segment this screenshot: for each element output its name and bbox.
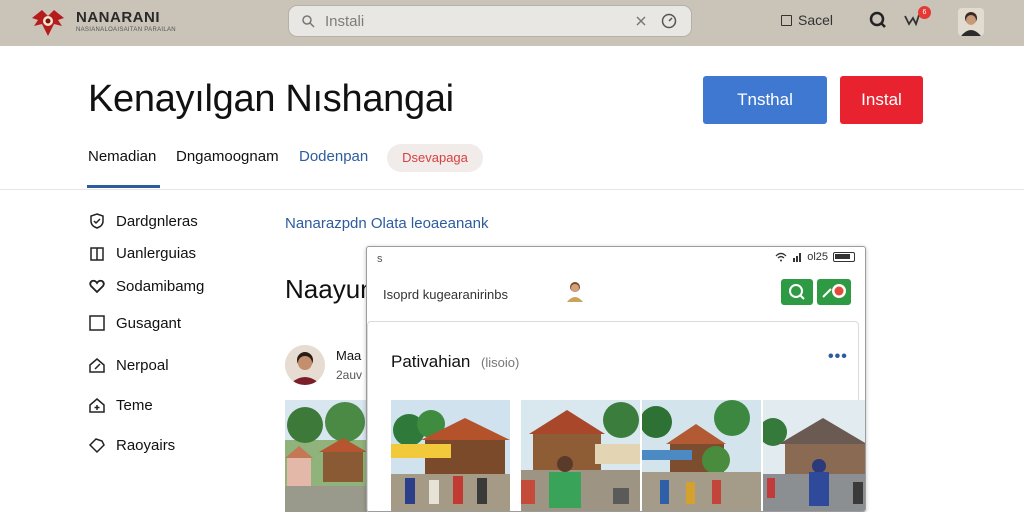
more-options-icon[interactable]: ••• xyxy=(828,348,848,366)
search-icon xyxy=(789,284,805,300)
top-bar: NANARANI NASIANALOAISAITAN PARAILAN Inst… xyxy=(0,0,1024,46)
status-time: ol25 xyxy=(807,251,828,263)
section-title: Naayun xyxy=(285,274,375,304)
sidebar-item-6[interactable]: Teme xyxy=(88,396,153,414)
clear-icon[interactable] xyxy=(635,15,647,27)
sidebar-item-label: Raoyairs xyxy=(116,436,176,454)
top-action-button[interactable]: Sacel xyxy=(781,12,833,28)
page-title: Kenayılgan Nıshangai xyxy=(88,78,454,120)
sidebar-item-label: Teme xyxy=(116,396,153,414)
brand-tagline: NASIANALOAISAITAN PARAILAN xyxy=(76,27,176,33)
tab-4-pill[interactable]: Dsevapaga xyxy=(387,144,483,172)
device-search-text[interactable]: Isoprd kugearanirinbs xyxy=(383,287,508,302)
album-subtitle: (lisoio) xyxy=(481,355,520,370)
tab-3[interactable]: Dodenpan xyxy=(299,148,368,165)
post-timestamp: 2auv xyxy=(336,368,363,382)
breadcrumb-link[interactable]: Nanarazpdn Olata leoaeanank xyxy=(285,215,488,232)
post-author-avatar[interactable] xyxy=(285,345,325,385)
search-bar[interactable]: Instali xyxy=(288,5,692,37)
avatar[interactable] xyxy=(958,8,984,36)
battery-icon xyxy=(833,252,855,262)
album-photo-3[interactable] xyxy=(642,400,761,511)
sidebar-item-5[interactable]: Nerpoal xyxy=(88,356,169,374)
record-icon xyxy=(822,284,846,298)
sidebar-item-label: Uanlerguias xyxy=(116,244,197,262)
album-card: Pativahian (lisoio) ••• xyxy=(367,321,865,511)
tag-icon xyxy=(88,438,105,454)
tab-1[interactable]: Nemadian xyxy=(88,148,156,165)
document-icon xyxy=(781,14,792,26)
device-record-button[interactable] xyxy=(817,279,851,305)
building-icon xyxy=(90,247,104,261)
sidebar-item-1[interactable]: Dardgnleras xyxy=(88,212,198,230)
device-search-button[interactable] xyxy=(781,279,813,305)
status-bar-left: s xyxy=(377,253,383,265)
sidebar-item-7[interactable]: Raoyairs xyxy=(88,436,175,454)
top-action-label: Sacel xyxy=(798,12,834,28)
search-icon xyxy=(302,15,315,28)
post-photo[interactable] xyxy=(285,400,367,512)
active-tab-indicator xyxy=(87,185,160,188)
sidebar-item-label: Sodamibamg xyxy=(116,277,205,295)
shield-check-icon xyxy=(90,213,104,229)
search-input[interactable]: Instali xyxy=(325,13,364,30)
device-preview-window: s ol25 Isoprd kugearanirinbs Pativahian … xyxy=(366,246,866,512)
device-user-avatar[interactable] xyxy=(566,280,584,302)
sidebar-item-2[interactable]: Uanlerguias xyxy=(88,244,196,262)
primary-button[interactable]: Tnsthal xyxy=(703,76,827,124)
home-add-icon xyxy=(89,398,105,413)
home-edit-icon xyxy=(89,358,105,373)
album-title: Pativahian xyxy=(391,352,471,371)
tab-2[interactable]: Dngamoognam xyxy=(176,148,279,165)
wifi-icon xyxy=(775,252,787,262)
sidebar-item-label: Nerpoal xyxy=(116,356,169,374)
sidebar-item-label: Gusagant xyxy=(116,314,182,332)
timer-icon[interactable] xyxy=(661,13,677,29)
post-author-name[interactable]: Maa xyxy=(336,348,361,363)
zoom-icon[interactable] xyxy=(869,11,887,29)
tab-bar: Nemadian Dngamoognam Dodenpan Dsevapaga xyxy=(0,138,1024,190)
sidebar-item-label: Dardgnleras xyxy=(116,212,198,230)
square-icon xyxy=(89,315,105,331)
signal-icon xyxy=(793,253,802,262)
album-photo-2[interactable] xyxy=(521,400,640,511)
heart-icon xyxy=(89,279,105,294)
status-bar-right: ol25 xyxy=(775,251,855,263)
sidebar-item-3[interactable]: Sodamibamg xyxy=(88,277,204,295)
logo-emblem[interactable] xyxy=(28,6,68,40)
album-photo-4[interactable] xyxy=(763,400,865,511)
album-photo-1[interactable] xyxy=(391,400,510,511)
brand-name[interactable]: NANARANI xyxy=(76,9,160,26)
sidebar-item-4[interactable]: Gusagant xyxy=(88,314,181,332)
notification-badge: 6 xyxy=(918,6,931,19)
install-button[interactable]: Instal xyxy=(840,76,923,124)
